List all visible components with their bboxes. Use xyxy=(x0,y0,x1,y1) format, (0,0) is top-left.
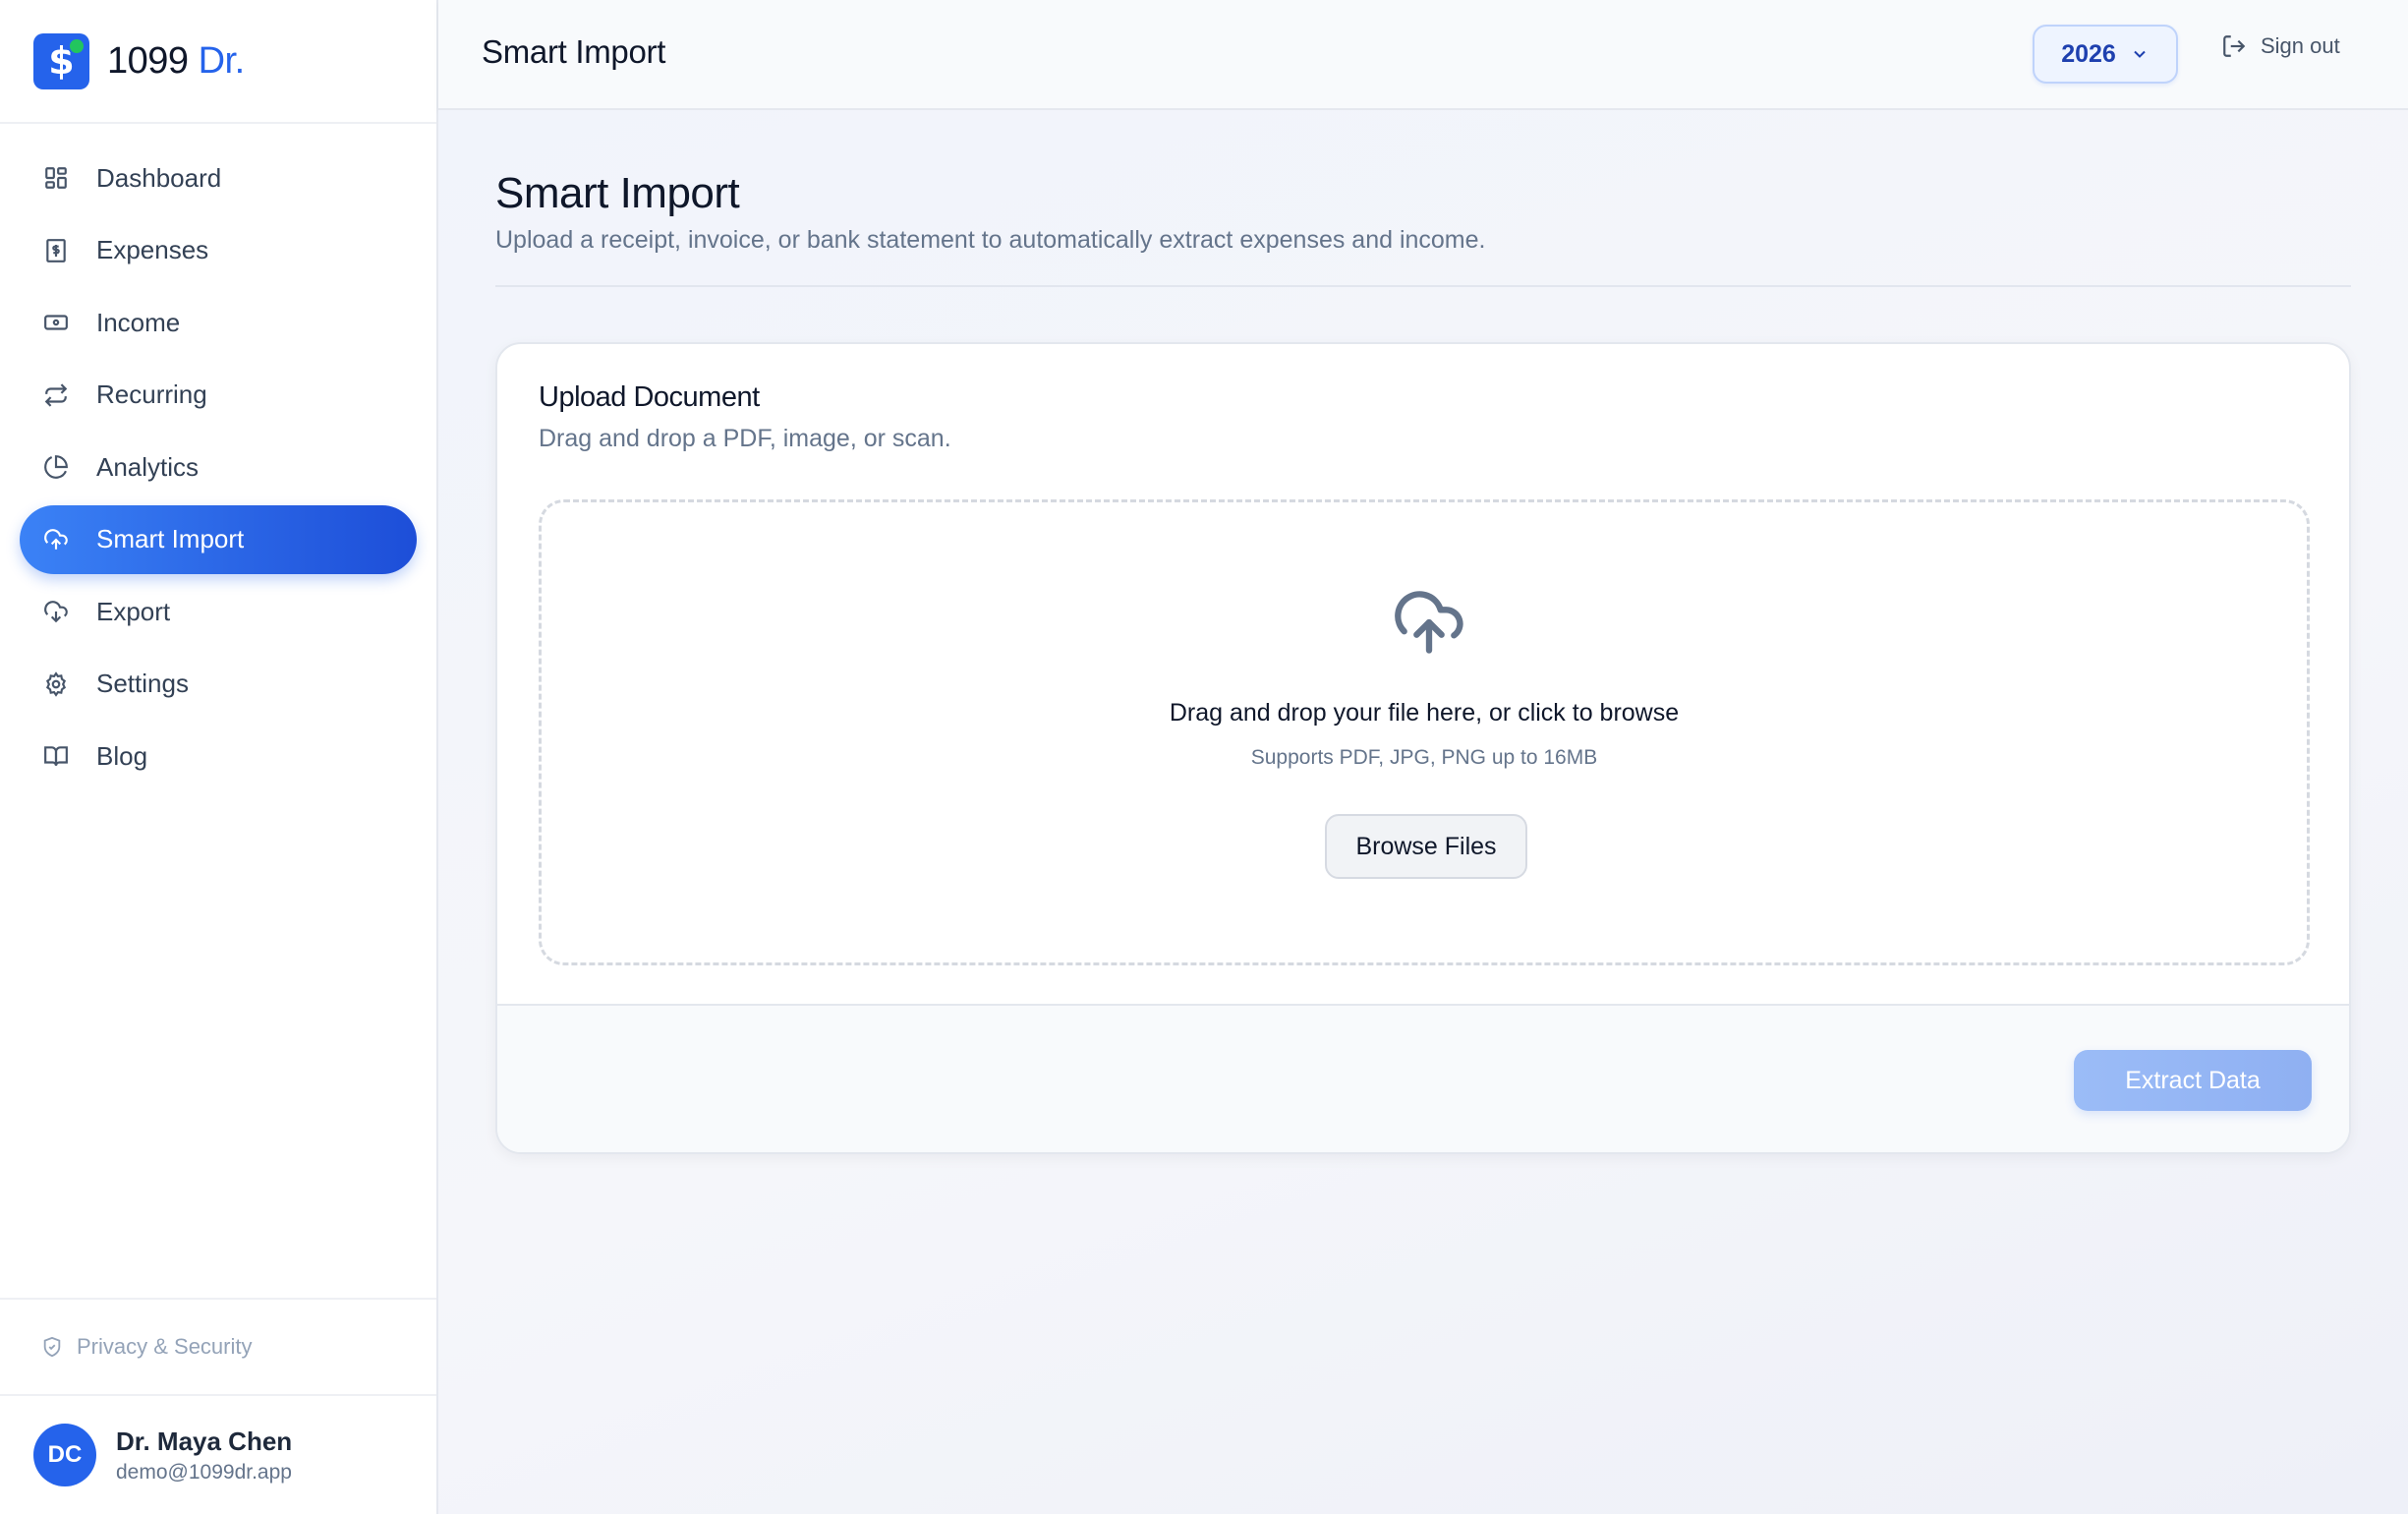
card-footer: Extract Data xyxy=(497,1004,2349,1152)
shield-check-icon xyxy=(41,1336,63,1358)
sidebar-item-label: Dashboard xyxy=(96,162,222,193)
logo-icon: $ xyxy=(33,32,89,89)
sidebar-item-label: Analytics xyxy=(96,451,200,482)
cloud-upload-icon xyxy=(1395,591,1463,654)
brand-name: 1099 Dr. xyxy=(107,39,245,82)
sidebar-item-smart-import[interactable]: Smart Import xyxy=(20,504,417,574)
privacy-security-link[interactable]: Privacy & Security xyxy=(0,1298,436,1394)
upload-card: Upload Document Drag and drop a PDF, ima… xyxy=(495,342,2351,1154)
extract-data-button[interactable]: Extract Data xyxy=(2074,1050,2312,1111)
cloud-download-icon xyxy=(41,597,71,626)
sidebar-item-expenses[interactable]: Expenses xyxy=(20,216,417,285)
cloud-upload-icon xyxy=(41,525,71,554)
log-out-icon xyxy=(2221,33,2247,59)
dropzone-hint: Supports PDF, JPG, PNG up to 16MB xyxy=(1250,746,1598,769)
banknote-icon xyxy=(41,308,71,337)
grid-icon xyxy=(41,163,71,193)
browse-files-button[interactable]: Browse Files xyxy=(1325,814,1527,879)
page-title: Smart Import xyxy=(495,169,740,217)
sidebar-item-label: Blog xyxy=(96,740,148,771)
top-bar: Smart Import 2026 Sign out xyxy=(438,0,2408,110)
book-icon xyxy=(41,741,71,771)
year-value: 2026 xyxy=(2061,39,2116,68)
sidebar-item-income[interactable]: Income xyxy=(20,288,417,357)
sidebar-item-label: Expenses xyxy=(96,235,209,264)
sidebar-item-label: Income xyxy=(96,307,181,337)
card-subtitle: Drag and drop a PDF, image, or scan. xyxy=(539,425,951,452)
pie-chart-icon xyxy=(41,452,71,482)
user-name: Dr. Maya Chen xyxy=(116,1426,293,1456)
header-title: Smart Import xyxy=(482,33,666,70)
sidebar-item-recurring[interactable]: Recurring xyxy=(20,361,417,430)
repeat-icon xyxy=(41,380,71,410)
privacy-label: Privacy & Security xyxy=(77,1334,253,1359)
avatar: DC xyxy=(33,1424,96,1486)
divider xyxy=(495,285,2351,287)
main-content: Smart Import Upload a receipt, invoice, … xyxy=(438,110,2408,1514)
user-info: Dr. Maya Chen demo@1099dr.app xyxy=(116,1427,292,1485)
sidebar-item-label: Settings xyxy=(96,669,189,698)
file-dropzone[interactable]: Drag and drop your file here, or click t… xyxy=(539,499,2310,965)
card-title: Upload Document xyxy=(539,381,760,413)
chevron-down-icon xyxy=(2130,44,2150,64)
sidebar-item-settings[interactable]: Settings xyxy=(20,650,417,719)
sidebar-item-label: Smart Import xyxy=(96,524,245,553)
sidebar-item-label: Recurring xyxy=(96,379,207,409)
dropzone-text: Drag and drop your file here, or click t… xyxy=(1169,699,1680,727)
sidebar-item-export[interactable]: Export xyxy=(20,577,417,646)
sidebar-nav: Dashboard Expenses Income Recurring Anal… xyxy=(0,124,436,790)
sidebar: $ 1099 Dr. Dashboard Expenses Income Rec… xyxy=(0,0,438,1514)
page-subtitle: Upload a receipt, invoice, or bank state… xyxy=(495,226,1486,254)
year-selector[interactable]: 2026 xyxy=(2033,25,2178,84)
brand[interactable]: $ 1099 Dr. xyxy=(0,0,436,124)
sidebar-item-dashboard[interactable]: Dashboard xyxy=(20,144,417,212)
sign-out-label: Sign out xyxy=(2261,33,2340,58)
user-email: demo@1099dr.app xyxy=(116,1460,292,1484)
sidebar-item-analytics[interactable]: Analytics xyxy=(20,433,417,501)
user-profile[interactable]: DC Dr. Maya Chen demo@1099dr.app xyxy=(0,1394,436,1514)
sidebar-item-blog[interactable]: Blog xyxy=(20,722,417,790)
sidebar-item-label: Export xyxy=(96,596,171,626)
status-dot xyxy=(68,36,86,55)
gear-icon xyxy=(41,670,71,699)
sign-out-button[interactable]: Sign out xyxy=(2221,33,2340,59)
receipt-icon xyxy=(41,236,71,265)
